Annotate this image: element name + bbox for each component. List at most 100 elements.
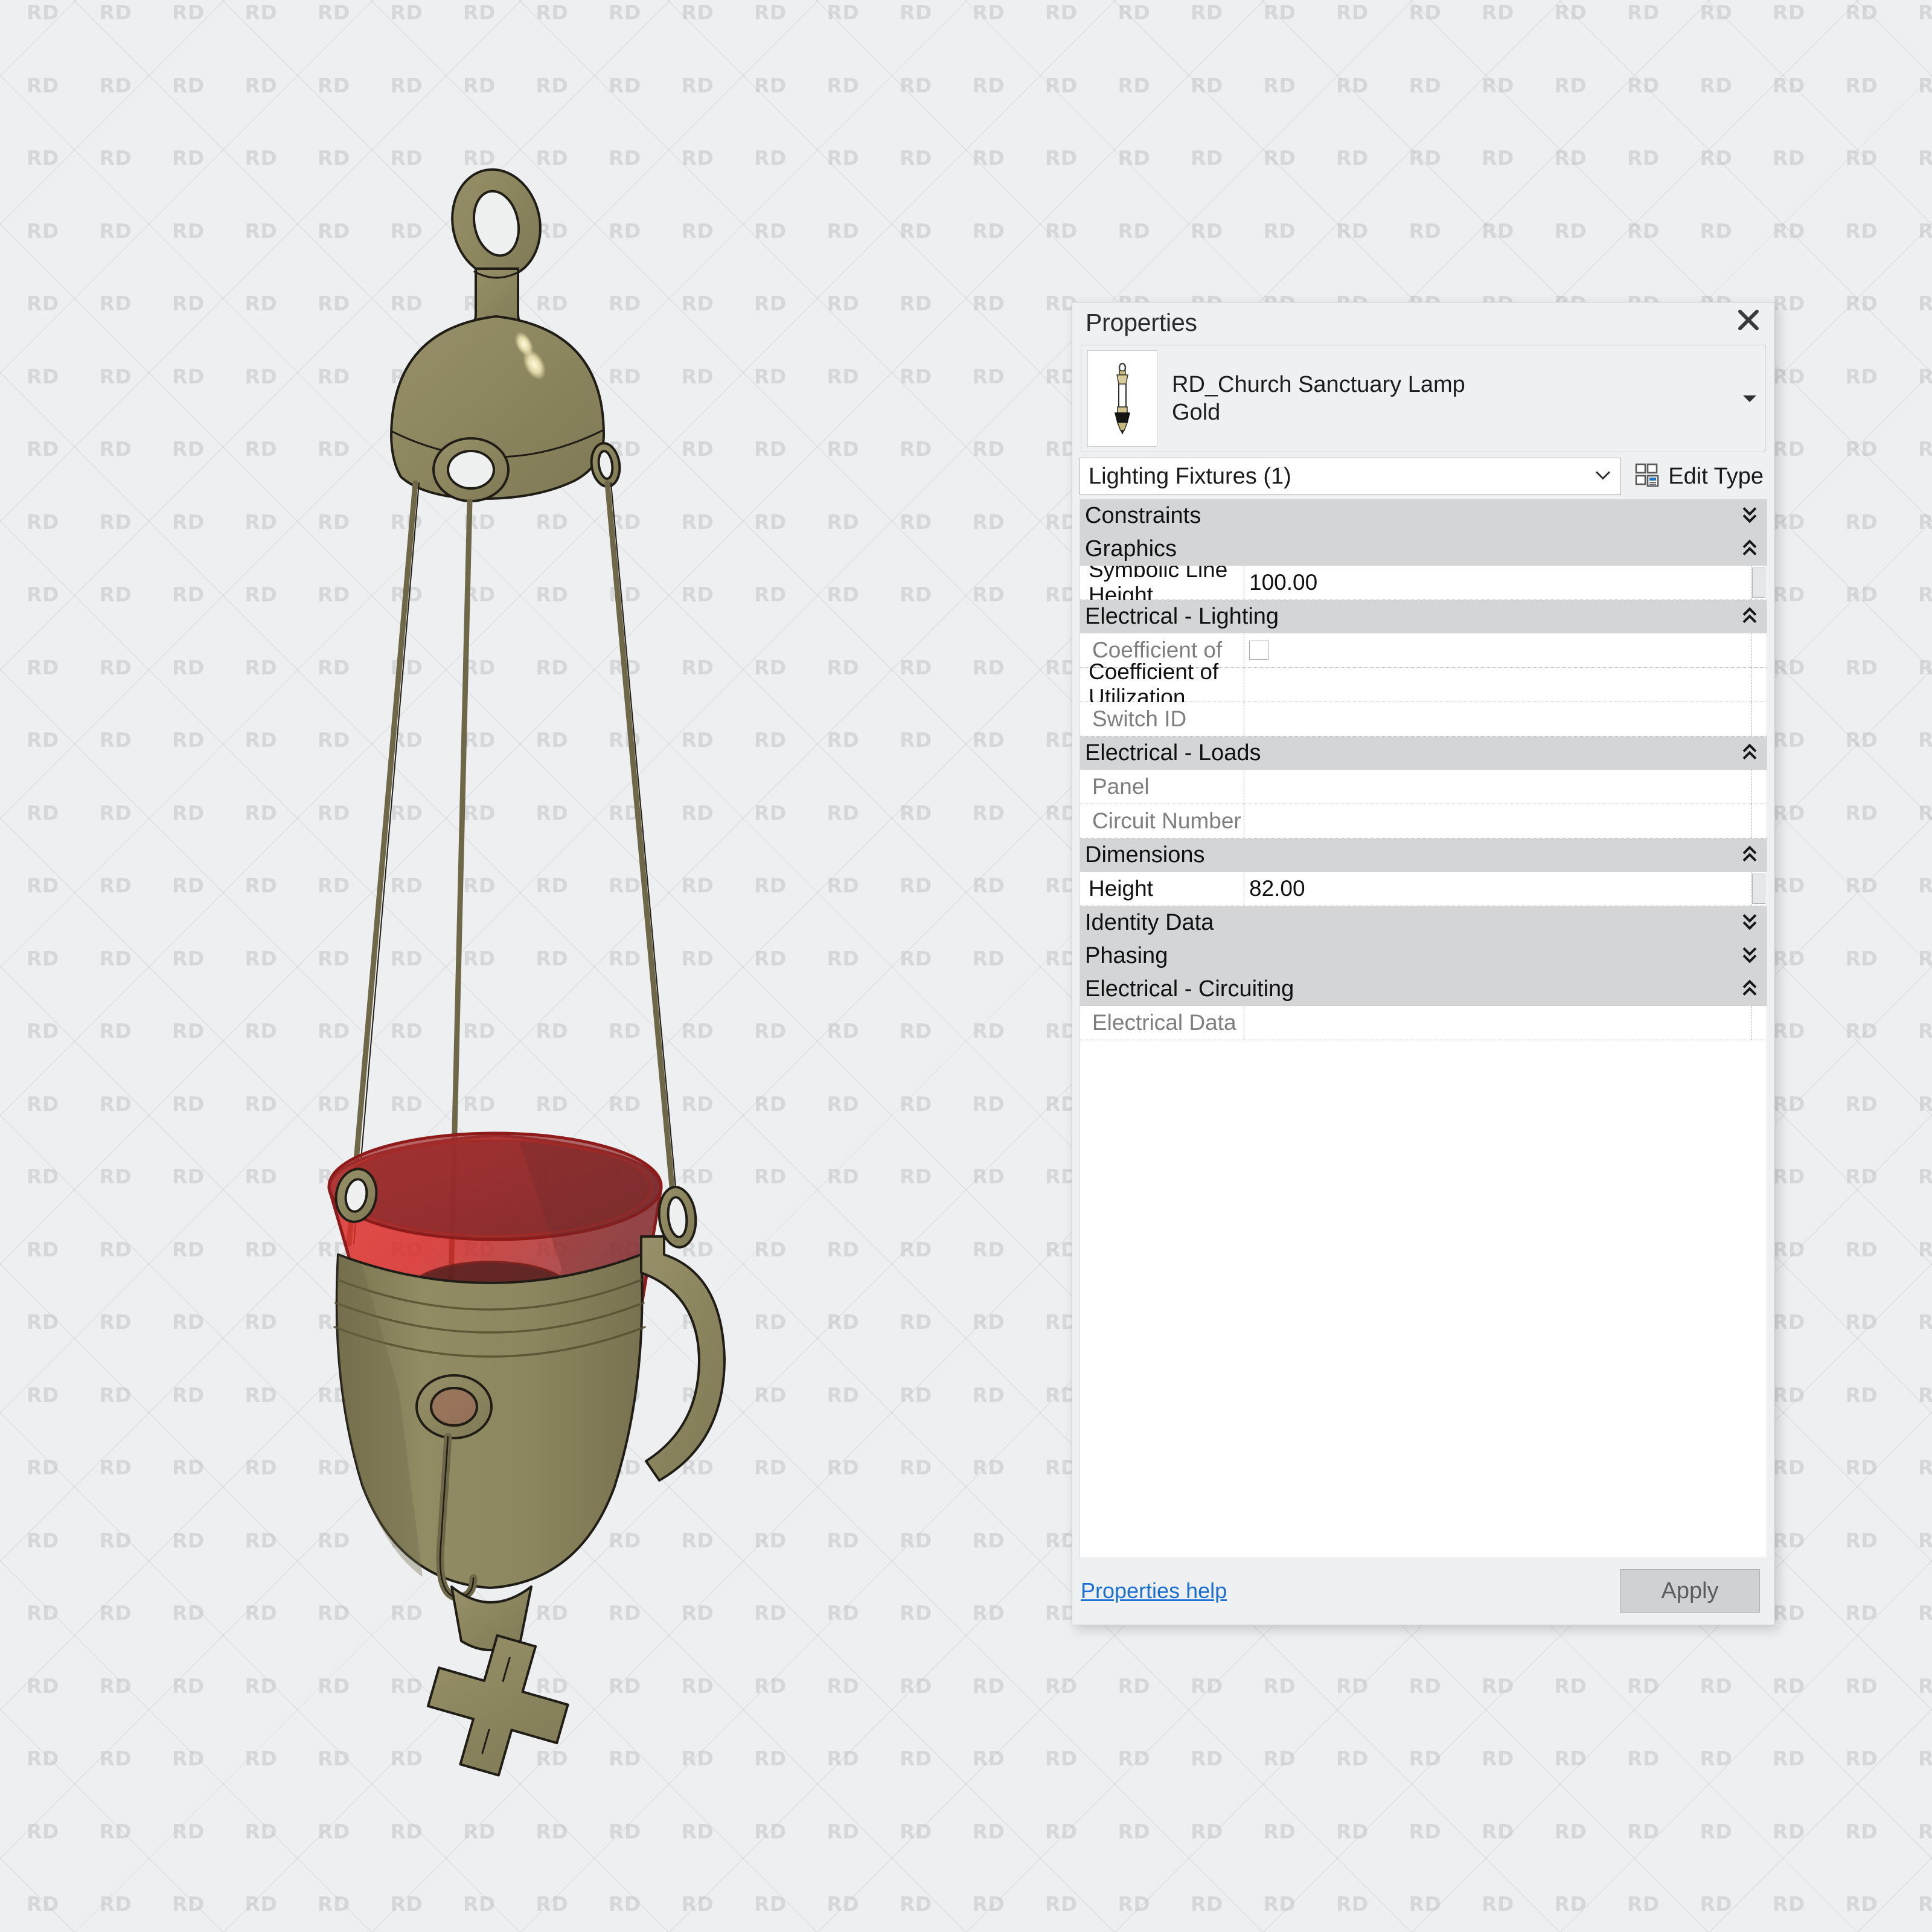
double-chevron-up-icon (1741, 743, 1758, 764)
property-group-label: Phasing (1080, 943, 1168, 969)
watermark-label: RD (1918, 512, 1932, 585)
property-value[interactable] (1244, 668, 1752, 702)
property-value[interactable] (1244, 633, 1752, 667)
row-end-spacer (1752, 1008, 1765, 1038)
watermark-label: RD (1118, 1894, 1191, 1932)
watermark-label: RD (1118, 148, 1191, 221)
property-group-label: Constraints (1080, 503, 1201, 529)
watermark-label: RD (1482, 1748, 1555, 1822)
watermark-label: RD (1846, 512, 1919, 585)
lamp-thumbnail-icon (1106, 362, 1139, 435)
watermark-label: RD (1409, 148, 1482, 221)
watermark-label: RD (1773, 1822, 1846, 1895)
property-group-header[interactable]: Electrical - Lighting (1080, 600, 1767, 633)
property-row[interactable]: Height82.00 (1080, 872, 1767, 906)
property-row[interactable]: Electrical Data (1080, 1006, 1767, 1040)
watermark-label: RD (1846, 803, 1919, 876)
watermark-label: RD (1918, 730, 1932, 803)
property-group-header[interactable]: Electrical - Loads (1080, 737, 1767, 770)
properties-footer: Properties help Apply (1072, 1557, 1774, 1625)
watermark-label: RD (1773, 439, 1846, 512)
chevron-down-icon[interactable] (1734, 345, 1765, 452)
properties-grid: Constraints Graphics Symbolic Line Height1… (1080, 499, 1767, 1557)
edit-type-button[interactable]: Edit Type (1621, 462, 1767, 491)
close-icon[interactable] (1735, 306, 1762, 334)
apply-button[interactable]: Apply (1620, 1569, 1760, 1613)
property-group-header[interactable]: Identity Data (1080, 906, 1767, 939)
watermark-label: RD (1773, 1021, 1846, 1094)
rod-right (607, 483, 675, 1220)
watermark-label: RD (1846, 1531, 1919, 1604)
properties-help-link[interactable]: Properties help (1081, 1578, 1227, 1604)
property-group-header[interactable]: Graphics (1080, 533, 1767, 566)
property-group-header[interactable]: Constraints (1080, 499, 1767, 533)
property-value[interactable]: 82.00 (1244, 872, 1752, 906)
property-value[interactable] (1244, 770, 1752, 804)
type-selector-card[interactable]: RD_Church Sanctuary Lamp Gold (1081, 345, 1766, 452)
rod-left-2 (354, 483, 419, 1244)
watermark-label: RD (1191, 75, 1264, 149)
double-chevron-up-icon (1741, 979, 1758, 1000)
property-group-label: Graphics (1080, 536, 1177, 562)
watermark-label: RD (1918, 1603, 1932, 1676)
watermark-label: RD (1773, 75, 1846, 149)
property-value[interactable] (1244, 702, 1752, 736)
value-stepper[interactable] (1752, 568, 1765, 598)
property-group-header[interactable]: Electrical - Circuiting (1080, 973, 1767, 1006)
property-group-header[interactable]: Phasing (1080, 939, 1767, 973)
watermark-label: RD (1846, 657, 1919, 731)
watermark-label: RD (1700, 1676, 1773, 1749)
category-select[interactable]: Lighting Fixtures (1) (1080, 458, 1621, 495)
center-ring (433, 438, 508, 501)
watermark-label: RD (1700, 75, 1773, 149)
watermark-label: RD (1773, 1531, 1846, 1604)
property-row[interactable]: Coefficient of Utilization (1080, 668, 1767, 702)
property-row[interactable]: Panel (1080, 770, 1767, 804)
watermark-label: RD (1773, 1603, 1846, 1676)
watermark-label: RD (1918, 1312, 1932, 1385)
value-stepper[interactable] (1752, 874, 1765, 904)
watermark-label: RD (1773, 293, 1846, 366)
property-name: Symbolic Line Height (1080, 566, 1244, 600)
type-name-line1: RD_Church Sanctuary Lamp (1172, 371, 1734, 398)
watermark-label: RD (1773, 1312, 1846, 1385)
watermark-label: RD (1118, 1822, 1191, 1895)
double-chevron-up-icon (1741, 606, 1758, 627)
watermark-label: RD (1918, 1385, 1932, 1458)
watermark-label: RD (1773, 1748, 1846, 1822)
watermark-label: RD (1846, 875, 1919, 948)
edit-type-icon (1634, 462, 1661, 491)
watermark-label: RD (1846, 2, 1919, 75)
watermark-label: RD (1773, 1676, 1846, 1749)
watermark-label: RD (1627, 75, 1700, 149)
watermark-label: RD (1918, 148, 1932, 221)
watermark-label: RD (1264, 1822, 1337, 1895)
bottom-stem (452, 1587, 531, 1650)
double-chevron-up-icon (1741, 845, 1758, 866)
type-name-line2: Gold (1172, 398, 1734, 426)
watermark-label: RD (1482, 1676, 1555, 1749)
watermark-label: RD (1482, 1894, 1555, 1932)
grid-empty-area (1080, 1040, 1767, 1557)
watermark-label: RD (1118, 2, 1191, 75)
watermark-label: RD (1409, 2, 1482, 75)
property-value[interactable] (1244, 804, 1752, 838)
checkbox[interactable] (1249, 641, 1268, 660)
property-row[interactable]: Switch ID (1080, 702, 1767, 737)
watermark-label: RD (1918, 366, 1932, 440)
property-name: Switch ID (1080, 702, 1244, 736)
property-group-header[interactable]: Dimensions (1080, 839, 1767, 872)
property-row[interactable]: Symbolic Line Height100.00 (1080, 566, 1767, 600)
watermark-label: RD (1846, 1166, 1919, 1239)
property-value[interactable]: 100.00 (1244, 566, 1752, 600)
watermark-label: RD (1773, 1894, 1846, 1932)
watermark-label: RD (1846, 1021, 1919, 1094)
watermark-label: RD (1773, 221, 1846, 294)
properties-panel[interactable]: Properties RD_Church Sanctuary Lamp Gold (1072, 302, 1775, 1625)
panel-title: Properties (1086, 309, 1197, 337)
property-value[interactable] (1244, 1006, 1752, 1040)
watermark-label: RD (1555, 148, 1628, 221)
watermark-label: RD (1918, 657, 1932, 731)
property-row[interactable]: Circuit Number (1080, 804, 1767, 839)
watermark-label: RD (1264, 1748, 1337, 1822)
